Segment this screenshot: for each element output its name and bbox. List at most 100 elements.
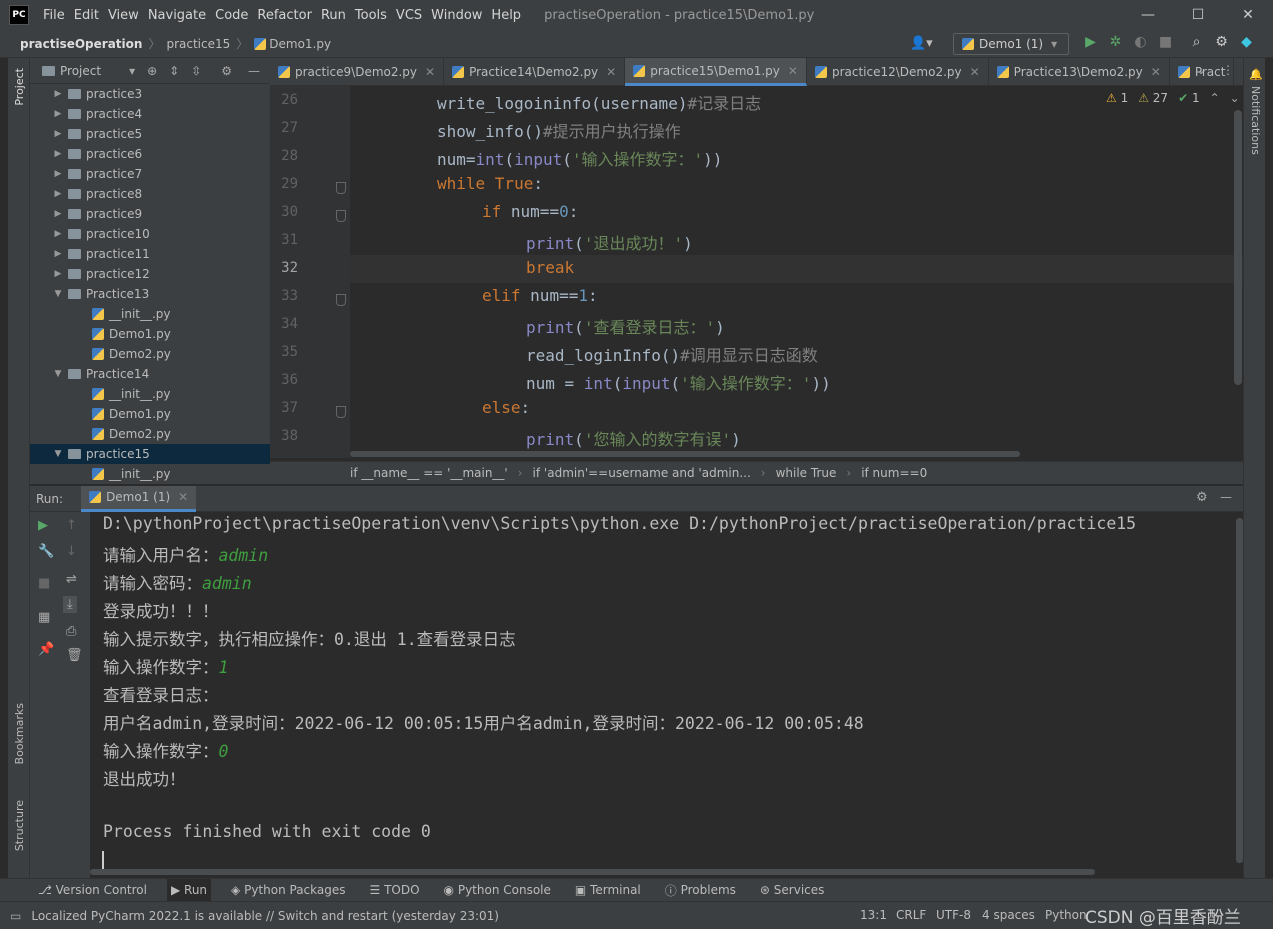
notifications-tool-button[interactable]: Notifications: [1249, 86, 1262, 155]
breadcrumb-item[interactable]: if 'admin'==username and 'admin...: [533, 466, 751, 480]
console-scrollbar[interactable]: [1236, 518, 1243, 863]
structure-tool-button[interactable]: Structure: [13, 800, 26, 851]
hide-panel-icon[interactable]: —: [1220, 490, 1232, 504]
fold-marker-icon[interactable]: [336, 182, 346, 194]
pin-icon[interactable]: 📌: [38, 642, 54, 657]
tree-item[interactable]: ▶ practice11: [30, 244, 270, 264]
project-panel-title[interactable]: Project: [60, 64, 101, 78]
trash-icon[interactable]: 🗑: [66, 648, 83, 663]
editor-tab[interactable]: practice12\Demo2.py ✕: [807, 58, 989, 86]
fold-marker-icon[interactable]: [336, 406, 346, 418]
close-icon[interactable]: ✕: [606, 65, 616, 79]
tree-item[interactable]: __init__.py: [30, 464, 270, 484]
caret-position[interactable]: 13:1: [860, 908, 887, 922]
chevron-right-icon[interactable]: ▶: [52, 269, 64, 279]
services-tab[interactable]: ⊛ Services: [756, 879, 828, 902]
version-control-tab[interactable]: ⎇ Version Control: [34, 879, 151, 902]
close-icon[interactable]: ✕: [425, 65, 435, 79]
tree-item[interactable]: ▶ practice4: [30, 104, 270, 124]
inspection-widget[interactable]: ⚠ 1 ⚠ 27 ✔ 1 ⌃ ⌄: [1106, 91, 1240, 105]
tree-item[interactable]: ▶ practice9: [30, 204, 270, 224]
editor-tab[interactable]: practice9\Demo2.py ✕: [270, 58, 445, 86]
layout-toggle-icon[interactable]: ▭: [10, 909, 21, 923]
wrench-icon[interactable]: 🔧: [38, 544, 54, 559]
debug-icon[interactable]: ✲: [1103, 34, 1128, 50]
project-tool-button[interactable]: Project: [13, 68, 26, 106]
chevron-down-icon[interactable]: ▼: [52, 289, 64, 299]
run-icon[interactable]: ▶: [1078, 34, 1103, 50]
python-interpreter[interactable]: Python: [1045, 908, 1087, 922]
menu-navigate[interactable]: Navigate: [148, 8, 206, 23]
gear-icon[interactable]: ⚙: [221, 64, 232, 78]
stop-icon[interactable]: ■: [1153, 34, 1178, 50]
chevron-down-icon[interactable]: ▾: [129, 64, 135, 78]
expand-all-icon[interactable]: ⇕: [169, 64, 179, 78]
nav-folder[interactable]: practice15: [166, 37, 230, 51]
menu-window[interactable]: Window: [431, 8, 482, 23]
tree-item[interactable]: Demo1.py: [30, 324, 270, 344]
fold-marker-icon[interactable]: [336, 210, 346, 222]
tabs-overflow-icon[interactable]: ⌄: [1196, 63, 1206, 77]
down-arrow-icon[interactable]: ↓: [66, 544, 77, 559]
tree-item[interactable]: __init__.py: [30, 304, 270, 324]
chevron-right-icon[interactable]: ▶: [52, 209, 64, 219]
menu-edit[interactable]: Edit: [74, 8, 99, 23]
maximize-button[interactable]: ☐: [1173, 0, 1223, 30]
menu-view[interactable]: View: [108, 8, 139, 23]
locate-icon[interactable]: ⊕: [147, 64, 157, 78]
chevron-right-icon[interactable]: ▶: [52, 169, 64, 179]
tree-item[interactable]: ▶ practice5: [30, 124, 270, 144]
tree-item[interactable]: __init__.py: [30, 384, 270, 404]
breadcrumb-item[interactable]: while True: [776, 466, 837, 480]
console-hscrollbar[interactable]: [90, 869, 1095, 875]
chevron-right-icon[interactable]: ▶: [52, 249, 64, 259]
jetbrains-toolbox-icon[interactable]: ◆: [1234, 34, 1259, 50]
scroll-to-end-icon[interactable]: ⤓: [63, 596, 77, 613]
chevron-right-icon[interactable]: ▶: [52, 89, 64, 99]
breadcrumb-item[interactable]: if num==0: [861, 466, 927, 480]
close-icon[interactable]: ✕: [178, 490, 188, 504]
chevron-right-icon[interactable]: ▶: [52, 109, 64, 119]
chevron-right-icon[interactable]: ▶: [52, 229, 64, 239]
nav-project[interactable]: practiseOperation: [20, 37, 142, 51]
tree-item[interactable]: ▶ practice6: [30, 144, 270, 164]
menu-run[interactable]: Run: [321, 8, 346, 23]
layout-icon[interactable]: ▦: [38, 610, 50, 625]
todo-tab[interactable]: ☰ TODO: [366, 879, 424, 902]
nav-file[interactable]: Demo1.py: [269, 37, 331, 51]
close-icon[interactable]: ✕: [1151, 65, 1161, 79]
close-icon[interactable]: ✕: [970, 65, 980, 79]
minimize-button[interactable]: —: [1123, 0, 1173, 30]
line-separator[interactable]: CRLF: [896, 908, 926, 922]
run-tab[interactable]: Demo1 (1) ✕: [81, 485, 197, 512]
fold-marker-icon[interactable]: [336, 294, 346, 306]
editor-tab[interactable]: Practice14\Demo2.py ✕: [444, 58, 626, 86]
soft-wrap-icon[interactable]: ⇌: [66, 572, 77, 587]
up-arrow-icon[interactable]: ↑: [66, 518, 77, 533]
bookmarks-tool-button[interactable]: Bookmarks: [13, 703, 26, 764]
run-configuration-select[interactable]: Demo1 (1) ▾: [953, 33, 1069, 55]
menu-vcs[interactable]: VCS: [396, 8, 422, 23]
gear-icon[interactable]: ⚙: [1196, 490, 1208, 505]
editor-tab[interactable]: Practice13\Demo2.py ✕: [989, 58, 1170, 86]
tree-item[interactable]: ▼ Practice13: [30, 284, 270, 304]
close-button[interactable]: ✕: [1223, 0, 1273, 30]
tree-item[interactable]: ▼ practice15: [30, 444, 270, 464]
search-icon[interactable]: ⌕: [1184, 34, 1209, 50]
menu-code[interactable]: Code: [215, 8, 248, 23]
python-packages-tab[interactable]: ◈ Python Packages: [227, 879, 349, 902]
tree-item[interactable]: ▼ Practice14: [30, 364, 270, 384]
status-message[interactable]: Localized PyCharm 2022.1 is available //…: [31, 909, 499, 923]
coverage-icon[interactable]: ◐: [1128, 34, 1153, 50]
chevron-down-icon[interactable]: ⌄: [1230, 91, 1240, 105]
breadcrumb-item[interactable]: if __name__ == '__main__': [350, 466, 508, 480]
python-console-tab[interactable]: ◉ Python Console: [440, 879, 555, 902]
editor-hscrollbar[interactable]: [350, 451, 1020, 457]
tree-item[interactable]: ▶ practice3: [30, 84, 270, 104]
menu-help[interactable]: Help: [491, 8, 521, 23]
close-icon[interactable]: ✕: [788, 64, 798, 78]
menu-tools[interactable]: Tools: [355, 8, 387, 23]
collapse-all-icon[interactable]: ⇳: [191, 64, 201, 78]
bell-icon[interactable]: 🔔: [1249, 68, 1263, 81]
menu-file[interactable]: File: [43, 8, 65, 23]
